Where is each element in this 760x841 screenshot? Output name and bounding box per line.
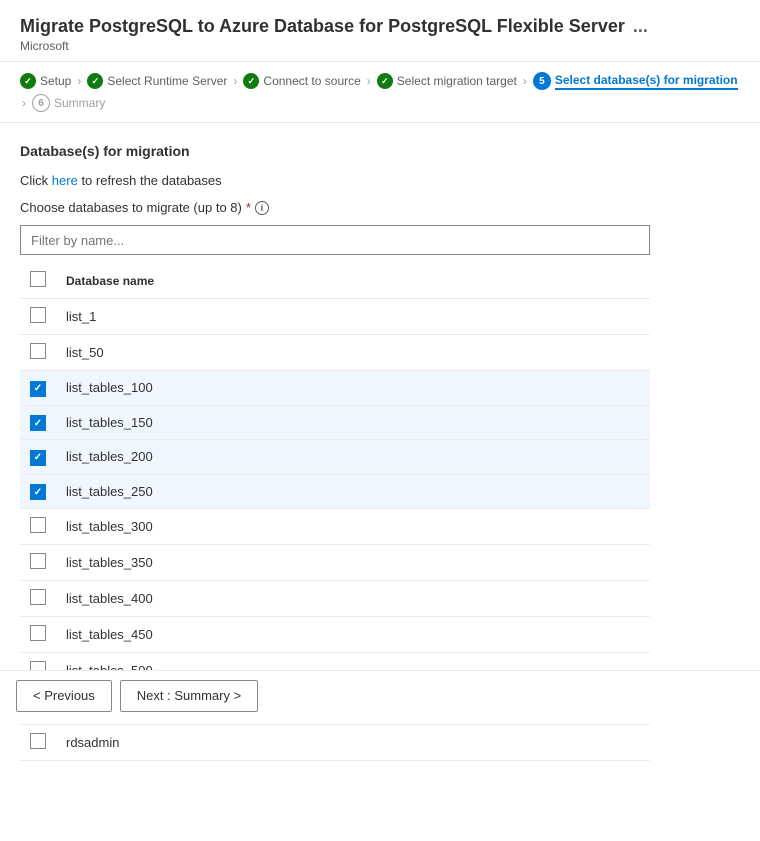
db-name-cell-list_tables_250: list_tables_250 (56, 474, 650, 509)
section-title: Database(s) for migration (20, 143, 740, 159)
table-row: list_tables_100 (20, 371, 650, 406)
checkbox-cell-list_50 (20, 335, 56, 371)
db-name-cell-list_1: list_1 (56, 299, 650, 335)
checkbox-cell-list_tables_100 (20, 371, 56, 406)
table-row: list_tables_450 (20, 617, 650, 653)
step-select-databases-number: 5 (533, 72, 551, 90)
checkbox-cell-list_tables_200 (20, 440, 56, 475)
table-row: list_tables_150 (20, 405, 650, 440)
wizard-steps: Setup › Select Runtime Server › Connect … (0, 62, 760, 123)
refresh-link[interactable]: here (52, 173, 78, 188)
step-select-databases-label: Select database(s) for migration (555, 73, 738, 90)
ellipsis-menu[interactable]: ... (633, 16, 648, 37)
select-all-checkbox[interactable] (30, 271, 46, 287)
checkbox-list_tables_100[interactable] (30, 381, 46, 397)
checkbox-cell-list_1 (20, 299, 56, 335)
checkbox-list_tables_150[interactable] (30, 415, 46, 431)
db-name-cell-list_50: list_50 (56, 335, 650, 371)
next-button[interactable]: Next : Summary > (120, 680, 258, 712)
table-row: list_1 (20, 299, 650, 335)
step-sep-2: › (233, 74, 237, 88)
header-checkbox-cell (20, 263, 56, 299)
step-runtime-check-icon (87, 73, 103, 89)
db-name-cell-list_tables_200: list_tables_200 (56, 440, 650, 475)
table-row: list_tables_400 (20, 581, 650, 617)
filter-input[interactable] (20, 225, 650, 255)
step-sep-5: › (22, 96, 26, 110)
db-name-cell-list_tables_350: list_tables_350 (56, 545, 650, 581)
refresh-post: to refresh the databases (81, 173, 221, 188)
footer: < Previous Next : Summary > (0, 670, 760, 720)
checkbox-list_tables_400[interactable] (30, 589, 46, 605)
prev-button[interactable]: < Previous (16, 680, 112, 712)
required-marker: * (246, 200, 251, 215)
header: Migrate PostgreSQL to Azure Database for… (0, 0, 760, 62)
refresh-text: Click here to refresh the databases (20, 173, 740, 188)
step-summary-label: Summary (54, 96, 105, 110)
header-title-row: Migrate PostgreSQL to Azure Database for… (20, 16, 740, 37)
table-row: list_tables_300 (20, 509, 650, 545)
db-name-cell-list_tables_150: list_tables_150 (56, 405, 650, 440)
checkbox-cell-list_tables_400 (20, 581, 56, 617)
checkbox-rdsadmin[interactable] (30, 733, 46, 749)
checkbox-list_tables_250[interactable] (30, 484, 46, 500)
db-name-cell-list_tables_300: list_tables_300 (56, 509, 650, 545)
step-migration-target-label: Select migration target (397, 74, 517, 88)
table-row: list_tables_200 (20, 440, 650, 475)
checkbox-cell-list_tables_300 (20, 509, 56, 545)
table-row: list_tables_250 (20, 474, 650, 509)
main-content: Database(s) for migration Click here to … (0, 123, 760, 841)
step-summary[interactable]: 6 Summary (32, 94, 105, 112)
checkbox-list_tables_450[interactable] (30, 625, 46, 641)
table-row: list_tables_350 (20, 545, 650, 581)
step-sep-1: › (77, 74, 81, 88)
step-migration-target[interactable]: Select migration target (377, 73, 517, 89)
checkbox-list_tables_200[interactable] (30, 450, 46, 466)
table-row: rdsadmin (20, 725, 650, 761)
step-connect-check-icon (243, 73, 259, 89)
checkbox-cell-list_tables_450 (20, 617, 56, 653)
step-setup[interactable]: Setup (20, 73, 71, 89)
step-connect-label: Connect to source (263, 74, 360, 88)
checkbox-list_tables_300[interactable] (30, 517, 46, 533)
checkbox-cell-list_tables_250 (20, 474, 56, 509)
column-header-name: Database name (56, 263, 650, 299)
checkbox-list_tables_350[interactable] (30, 553, 46, 569)
step-sep-3: › (367, 74, 371, 88)
choose-label-text: Choose databases to migrate (up to 8) (20, 200, 242, 215)
db-name-cell-list_tables_100: list_tables_100 (56, 371, 650, 406)
checkbox-cell-list_tables_150 (20, 405, 56, 440)
choose-label: Choose databases to migrate (up to 8) * … (20, 200, 740, 215)
db-name-cell-rdsadmin: rdsadmin (56, 725, 650, 761)
table-header-row: Database name (20, 263, 650, 299)
refresh-pre: Click (20, 173, 52, 188)
step-runtime[interactable]: Select Runtime Server (87, 73, 227, 89)
step-select-databases[interactable]: 5 Select database(s) for migration (533, 72, 738, 90)
page-title: Migrate PostgreSQL to Azure Database for… (20, 16, 625, 37)
info-icon[interactable]: i (255, 201, 269, 215)
step-migration-target-check-icon (377, 73, 393, 89)
step-runtime-label: Select Runtime Server (107, 74, 227, 88)
checkbox-list_50[interactable] (30, 343, 46, 359)
db-name-cell-list_tables_450: list_tables_450 (56, 617, 650, 653)
table-row: list_50 (20, 335, 650, 371)
step-setup-label: Setup (40, 74, 71, 88)
db-name-cell-list_tables_400: list_tables_400 (56, 581, 650, 617)
step-summary-number: 6 (32, 94, 50, 112)
step-sep-4: › (523, 74, 527, 88)
step-setup-check-icon (20, 73, 36, 89)
header-subtitle: Microsoft (20, 39, 740, 53)
step-connect[interactable]: Connect to source (243, 73, 360, 89)
page-container: Migrate PostgreSQL to Azure Database for… (0, 0, 760, 841)
checkbox-cell-rdsadmin (20, 725, 56, 761)
checkbox-list_1[interactable] (30, 307, 46, 323)
checkbox-cell-list_tables_350 (20, 545, 56, 581)
